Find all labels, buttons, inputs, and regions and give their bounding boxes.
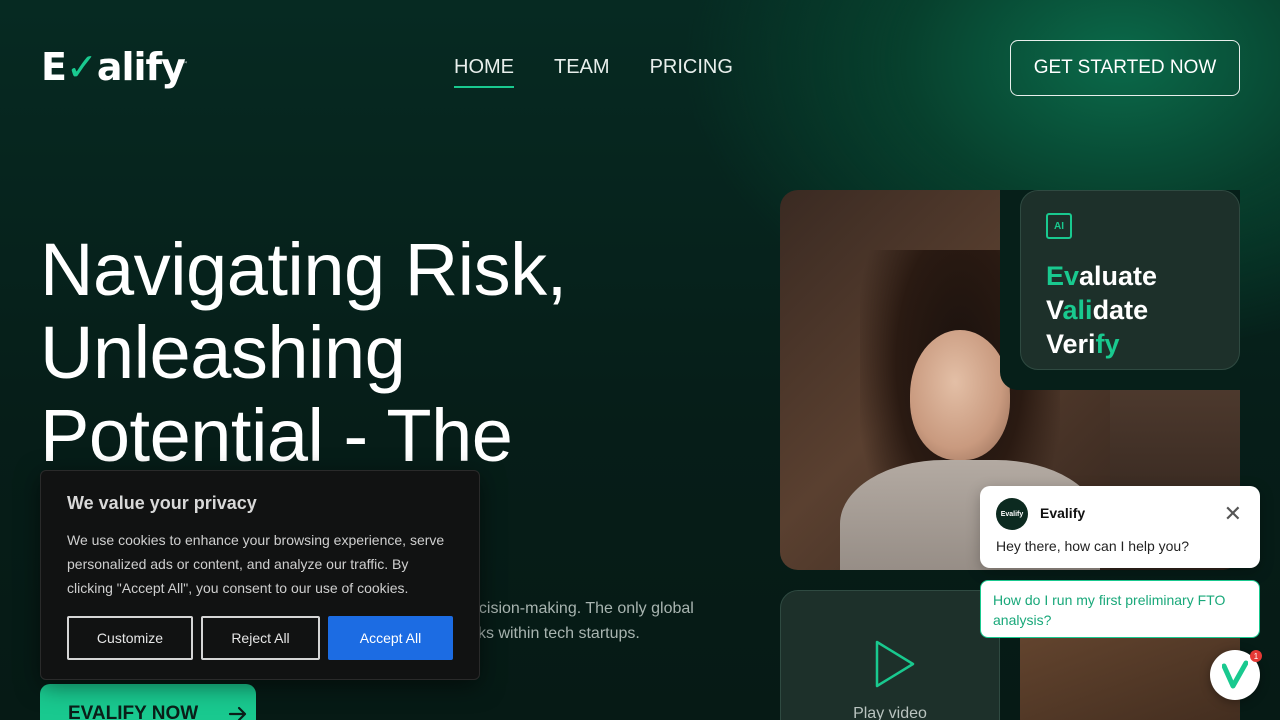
headline-line-1: Navigating Risk, [40,228,567,311]
play-video-label: Play video [853,705,927,720]
chat-avatar: Evalify [996,498,1028,530]
evalify-logo[interactable]: E✓alify ™ [41,45,188,89]
trademark: ™ [181,61,188,68]
hero-headline: Navigating Risk, Unleashing Potential - … [40,228,680,477]
headline-line-2: Unleashing [40,311,406,394]
verify-line: Verify [1046,329,1120,359]
main-nav: HOME TEAM PRICING [454,54,733,88]
play-icon[interactable] [873,639,917,689]
woman-face [910,330,1010,460]
chat-suggestion-button[interactable]: How do I run my first preliminary FTO an… [980,580,1260,638]
ai-chip-icon: AI [1046,213,1072,239]
logo-text-alify: alify [96,45,186,89]
cookie-text: We use cookies to enhance your browsing … [67,532,445,596]
nav-pricing[interactable]: PRICING [650,54,733,86]
reject-all-button[interactable]: Reject All [201,616,320,660]
validate-line: Validate [1046,295,1149,325]
nav-team[interactable]: TEAM [554,54,610,86]
close-icon[interactable]: ✕ [1224,500,1242,528]
play-video-card[interactable]: Play video [780,590,1000,720]
cookie-consent-banner: We value your privacy We use cookies to … [40,470,480,680]
chat-message: Hey there, how can I help you? [996,538,1190,554]
get-started-button[interactable]: GET STARTED NOW [1010,40,1240,96]
headline-line-3: Potential - The [40,394,513,477]
nav-home[interactable]: HOME [454,54,514,88]
arrow-right-icon [229,706,247,720]
cookie-buttons: Customize Reject All Accept All [67,616,453,660]
accept-all-button[interactable]: Accept All [328,616,453,660]
chat-launcher-button[interactable]: 1 [1210,650,1262,700]
chat-agent-name: Evalify [1040,505,1086,521]
check-logo-icon [1222,660,1248,689]
evalify-now-label: EVALIFY NOW [68,703,199,720]
evalify-now-button[interactable]: EVALIFY NOW [40,684,256,720]
evaluate-line: Evaluate [1046,261,1158,291]
cookie-title: We value your privacy [67,493,257,513]
notification-badge: 1 [1250,650,1262,662]
logo-check-v: ✓ [65,45,98,89]
logo-text-e: E [41,45,67,89]
evaluate-validate-verify-card: AI Evaluate Validate Verify [1020,190,1240,370]
customize-button[interactable]: Customize [67,616,193,660]
chat-popup: Evalify Evalify ✕ Hey there, how can I h… [980,486,1260,568]
